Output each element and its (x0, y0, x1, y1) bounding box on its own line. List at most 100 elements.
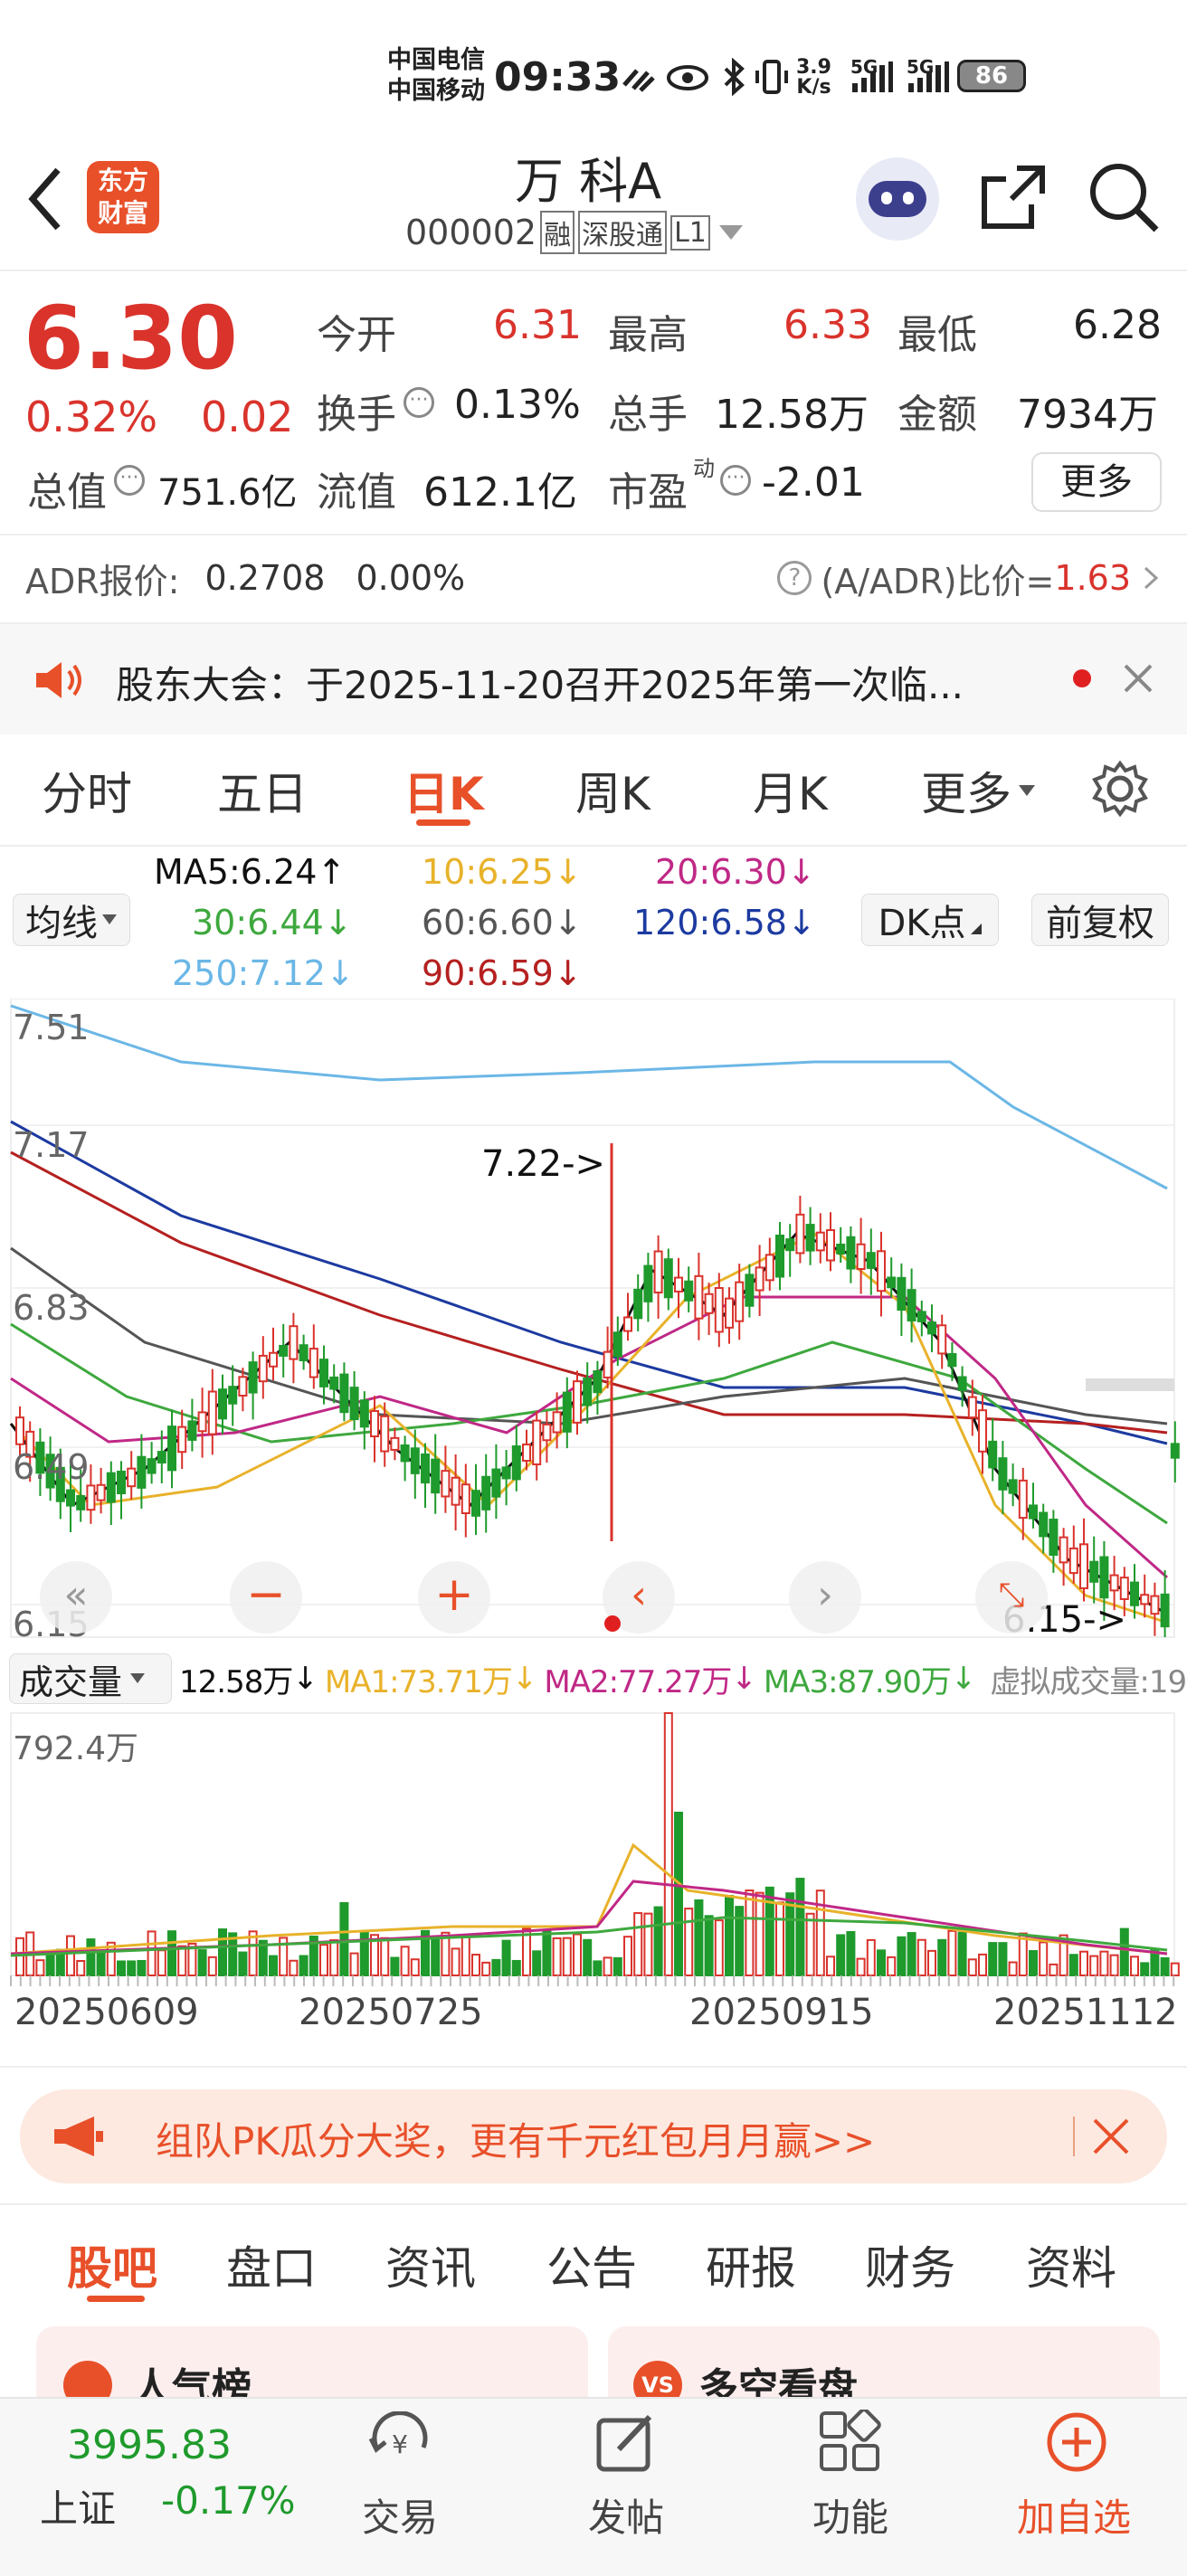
close-icon[interactable] (1122, 662, 1154, 695)
volume-bar (755, 1891, 764, 1976)
volume-chart[interactable] (0, 1709, 1187, 1990)
gear-icon[interactable] (1091, 760, 1149, 818)
volume-bar (887, 1956, 897, 1977)
candle-body (471, 1490, 480, 1517)
divider (0, 2066, 1187, 2068)
adr-ratio[interactable]: ? (A/ADR)比价= 1.63 (777, 555, 1162, 601)
volume-bar (117, 1960, 126, 1977)
info-icon[interactable]: ··· (404, 387, 434, 418)
volume-bar (694, 1899, 704, 1976)
tab-intraday[interactable]: 分时 (42, 758, 132, 823)
candle-body (197, 1411, 207, 1433)
tag-connect: 深股通 (578, 211, 668, 254)
share-icon[interactable] (977, 161, 1049, 233)
candle-body (421, 1453, 430, 1484)
tab-news[interactable]: 资讯 (385, 2232, 476, 2297)
volume-bar (562, 1937, 572, 1977)
candle-body (127, 1467, 137, 1488)
candle-body (380, 1415, 390, 1453)
zoom-out-button[interactable]: − (230, 1561, 302, 1634)
current-price: 6.30 (24, 288, 238, 389)
adr-row[interactable]: ADR报价: 0.2708 0.00% (25, 555, 465, 601)
candle-body (147, 1458, 157, 1474)
index-pct[interactable]: -0.17% (161, 2478, 296, 2523)
back-icon[interactable] (25, 166, 65, 232)
expand-button[interactable]: ⤡ (975, 1561, 1048, 1634)
ma-selector[interactable]: 均线 (13, 894, 130, 946)
volume-bar (400, 1946, 410, 1976)
volume-value: 12.58万 (179, 1663, 293, 1700)
zoom-in-button[interactable]: + (418, 1561, 490, 1634)
date-label-2: 20250725 (299, 1992, 483, 2033)
adr-ratio-label: (A/ADR)比价= (821, 561, 1055, 601)
more-button[interactable]: 更多 (1031, 452, 1162, 512)
info-icon[interactable]: ··· (114, 465, 145, 496)
volume-bar (329, 1939, 339, 1976)
date-label-4: 20251112 (993, 1992, 1178, 2033)
candle-body (289, 1325, 299, 1360)
tab-monthly-k[interactable]: 月K (753, 758, 828, 823)
volume-bar (1160, 1956, 1170, 1977)
volume-bar (967, 1958, 977, 1976)
volume-bar (745, 1889, 755, 1976)
ma5-text: MA5:6.24 (154, 852, 318, 892)
candle-body (359, 1399, 369, 1428)
tab-financials[interactable]: 财务 (865, 2232, 955, 2297)
candle-body (694, 1274, 704, 1320)
function-label[interactable]: 功能 (812, 2487, 888, 2543)
vol-ma1-line (10, 1842, 1168, 1956)
app-logo[interactable]: 东方 财富 (87, 161, 159, 233)
volume-bar (491, 1958, 501, 1976)
volume-bar (299, 1955, 309, 1976)
candle-body (1099, 1556, 1109, 1599)
candle-body (805, 1224, 815, 1252)
tab-five-day[interactable]: 五日 (217, 758, 308, 823)
tag-level: L1 (670, 214, 710, 251)
post-label[interactable]: 发帖 (588, 2487, 664, 2543)
candle-body (157, 1451, 166, 1464)
trade-label[interactable]: 交易 (362, 2487, 438, 2543)
robot-assistant-icon[interactable] (856, 157, 939, 241)
close-icon[interactable] (1091, 2117, 1131, 2156)
tab-daily-k[interactable]: 日K (404, 758, 484, 823)
scroll-left-button[interactable]: « (40, 1561, 112, 1634)
add-watch-icon (1047, 2412, 1106, 2472)
adjust-button[interactable]: 前复权 (1031, 894, 1169, 946)
info-icon[interactable]: ··· (720, 465, 751, 496)
candle-body (633, 1288, 643, 1320)
add-watch-label[interactable]: 加自选 (1017, 2487, 1131, 2543)
volume-bar (877, 1949, 886, 1976)
kline-chart[interactable] (0, 999, 1187, 1650)
volume-bar (805, 1912, 815, 1976)
pe-label: 市盈 (608, 469, 688, 516)
tab-order-book[interactable]: 盘口 (226, 2232, 317, 2297)
volume-selector[interactable]: 成交量 (9, 1653, 172, 1704)
tab-more[interactable]: 更多 (921, 758, 1037, 823)
next-button[interactable]: › (789, 1561, 861, 1634)
candle-body (846, 1236, 856, 1270)
candle-body (947, 1352, 957, 1368)
tab-forum[interactable]: 股吧 (67, 2232, 157, 2297)
index-value[interactable]: 3995.83 (67, 2422, 232, 2468)
tab-announcements[interactable]: 公告 (546, 2232, 637, 2297)
dk-point-button[interactable]: DK点 (861, 894, 999, 946)
candle-body (907, 1289, 916, 1321)
stock-code-row[interactable]: 000002 融 深股通 L1 (405, 210, 745, 255)
y-label-7.51: 7.51 (13, 1008, 90, 1047)
volume-bar (856, 1957, 866, 1977)
ma90-text: 90:6.59 (422, 953, 554, 993)
candle-body (877, 1250, 886, 1293)
candle-body (400, 1444, 410, 1463)
tab-weekly-k[interactable]: 周K (575, 758, 650, 823)
search-icon[interactable] (1086, 159, 1162, 235)
index-name[interactable]: 上证 (40, 2478, 116, 2533)
candle-body (937, 1324, 947, 1355)
volume-bar (147, 1930, 157, 1977)
volume-bar (157, 1949, 166, 1977)
tab-research[interactable]: 研报 (706, 2232, 796, 2297)
candle-body (897, 1276, 907, 1312)
volume-bar (937, 1938, 947, 1976)
volume-value: 12.58万 (715, 392, 869, 438)
tab-profile[interactable]: 资料 (1026, 2232, 1116, 2297)
high-value: 6.33 (783, 302, 872, 348)
